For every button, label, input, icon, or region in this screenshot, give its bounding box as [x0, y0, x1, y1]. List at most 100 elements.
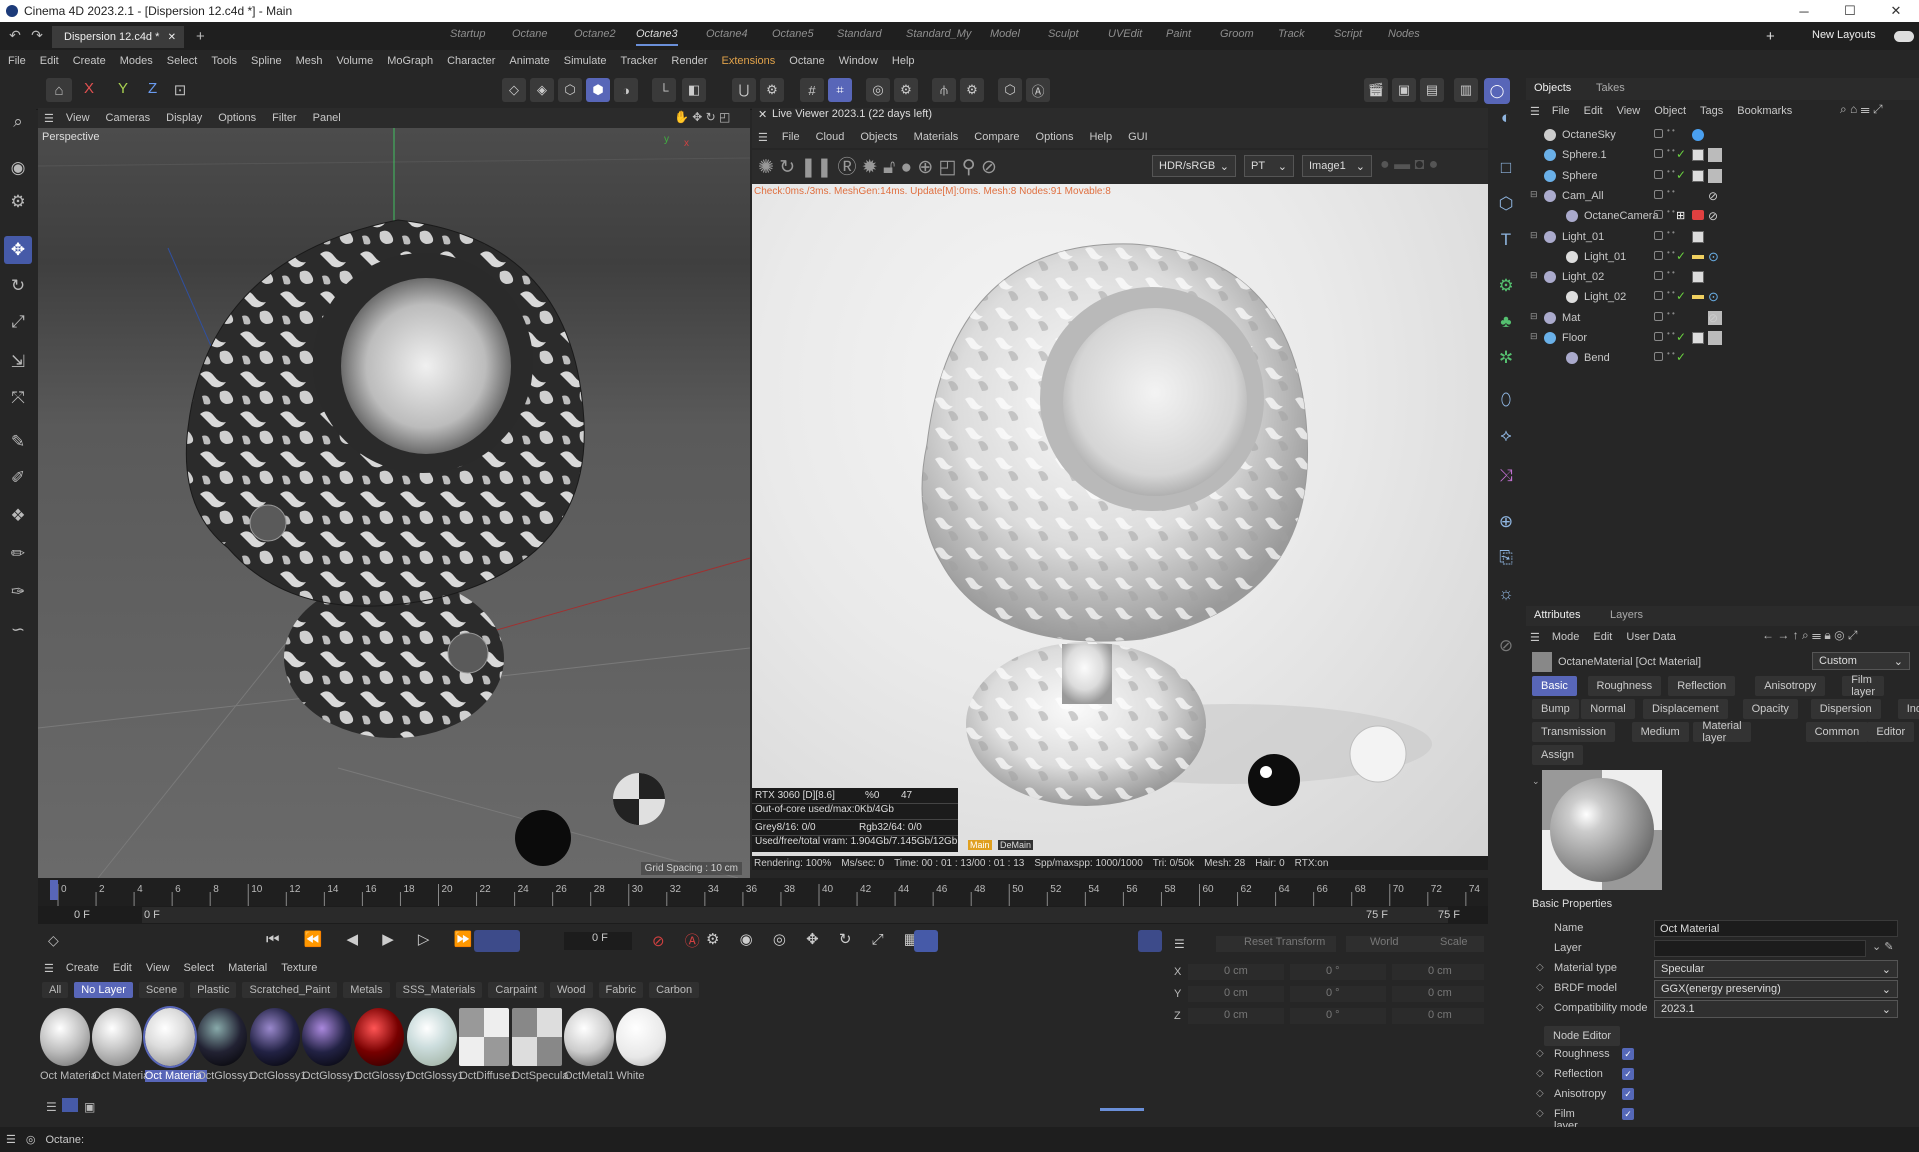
- render-dots[interactable]: • •: [1667, 330, 1675, 338]
- menu-mesh[interactable]: Mesh: [296, 55, 323, 67]
- expand-icon[interactable]: ⊟: [1530, 270, 1538, 281]
- rotation-field[interactable]: 0 °: [1290, 1008, 1386, 1024]
- material-thumbnail[interactable]: [406, 1008, 457, 1066]
- name-field[interactable]: Oct Material: [1654, 920, 1898, 937]
- enabled-check-icon[interactable]: ✓: [1676, 147, 1686, 161]
- mograph-icon[interactable]: ♣: [1492, 308, 1520, 336]
- magnet-icon[interactable]: ⋃: [732, 78, 756, 102]
- menu-window[interactable]: Window: [839, 55, 878, 67]
- reset-transform-button[interactable]: Reset Transform: [1216, 936, 1336, 952]
- material-thumbnail[interactable]: [197, 1008, 248, 1066]
- layout-tab-nodes[interactable]: Nodes: [1388, 28, 1420, 46]
- tag-icon[interactable]: [1692, 149, 1704, 162]
- subtab-index[interactable]: Index: [1897, 699, 1919, 719]
- new-layouts-label[interactable]: New Layouts: [1812, 29, 1876, 41]
- tab-objects[interactable]: Objects: [1534, 82, 1571, 94]
- thumbnail-size-slider[interactable]: [1100, 1108, 1144, 1111]
- mm-menu-create[interactable]: Create: [66, 962, 99, 974]
- subtab-film-layer[interactable]: Film layer: [1842, 674, 1885, 698]
- attr-menu-mode[interactable]: Mode: [1552, 631, 1580, 643]
- viewport-nav-icons[interactable]: ✋ ✥ ↻ ◰: [674, 110, 730, 124]
- om-header-icons[interactable]: ⌕ ⌂ ☰ ⤢: [1840, 102, 1883, 117]
- live-viewer-render[interactable]: Check:0ms./3ms. MeshGen:14ms. Update[M]:…: [752, 184, 1488, 856]
- sky-tag-icon[interactable]: [1692, 129, 1704, 141]
- object-name[interactable]: Mat: [1562, 312, 1580, 324]
- visibility-toggle[interactable]: [1654, 250, 1663, 260]
- subtab-editor[interactable]: Editor: [1867, 722, 1915, 742]
- visibility-toggle[interactable]: [1654, 352, 1663, 362]
- effector-icon[interactable]: ⤨: [1492, 462, 1520, 490]
- enabled-check-icon[interactable]: ✓: [1676, 289, 1686, 303]
- spline-object-icon[interactable]: ⟡: [1492, 422, 1520, 450]
- lv-menu-gui[interactable]: GUI: [1128, 131, 1148, 143]
- menu-file[interactable]: File: [8, 55, 26, 67]
- scale-field[interactable]: 0 cm: [1392, 986, 1484, 1002]
- visibility-toggle[interactable]: [1654, 311, 1663, 321]
- solo-icon[interactable]: ◧: [682, 78, 706, 102]
- close-tab-icon[interactable]: ✕: [168, 32, 176, 43]
- render-dots[interactable]: • •: [1667, 167, 1675, 176]
- menu-modes[interactable]: Modes: [120, 55, 153, 67]
- live-viewer-close-icon[interactable]: ✕: [758, 108, 767, 121]
- render-dots[interactable]: • •: [1667, 208, 1675, 216]
- undo-icon[interactable]: ↶: [4, 24, 26, 46]
- enabled-check-icon[interactable]: ✓: [1676, 330, 1686, 344]
- lv-extra-icons[interactable]: ● ▬ ◘ ●: [1380, 156, 1438, 174]
- viewport-menu-cameras[interactable]: Cameras: [106, 112, 151, 124]
- lv-menu-file[interactable]: File: [782, 131, 800, 143]
- om-menu-file[interactable]: File: [1552, 105, 1570, 117]
- object-name[interactable]: Light_02: [1562, 271, 1604, 283]
- tag-icon[interactable]: [1692, 271, 1704, 284]
- flag-checkbox[interactable]: ✓: [1622, 1048, 1634, 1060]
- visibility-toggle[interactable]: [1654, 129, 1663, 138]
- object-name[interactable]: OctaneCamera: [1584, 210, 1659, 222]
- filter-carpaint[interactable]: Carpaint: [488, 982, 544, 998]
- perspective-viewport[interactable]: x y Perspective Grid Spacing : 10 cm: [38, 128, 750, 878]
- viewport-menu-view[interactable]: View: [66, 112, 90, 124]
- enabled-check-icon[interactable]: ✓: [1676, 249, 1686, 263]
- light-tag-icon[interactable]: [1692, 295, 1704, 300]
- world-select[interactable]: World: [1346, 936, 1436, 952]
- layout-tab-startup[interactable]: Startup: [450, 28, 485, 46]
- material-tag-icon[interactable]: [1708, 148, 1722, 163]
- object-name[interactable]: Sphere: [1562, 170, 1597, 182]
- layout-tab-octane3[interactable]: Octane3: [636, 28, 678, 46]
- mm-menu-texture[interactable]: Texture: [281, 962, 317, 974]
- undo-history-icon[interactable]: ⌂: [46, 78, 72, 102]
- disabled-tag-icon[interactable]: ⊘: [1708, 311, 1718, 325]
- tweak-tool-icon[interactable]: ⚙: [4, 188, 32, 216]
- material-thumbnail[interactable]: [354, 1008, 405, 1066]
- add-tab-icon[interactable]: +: [196, 28, 205, 45]
- subtab-normal[interactable]: Normal: [1581, 699, 1635, 719]
- visibility-toggle[interactable]: [1654, 210, 1663, 220]
- viewport-menu-icon[interactable]: ☰: [44, 112, 54, 125]
- light-object-icon[interactable]: ☼: [1492, 580, 1520, 608]
- workplane-icon[interactable]: ⌗: [828, 78, 852, 102]
- range-slider[interactable]: [142, 907, 1448, 923]
- status-menu-icon[interactable]: ☰: [6, 1133, 16, 1146]
- object-row[interactable]: Light_02 • • ✓ ⊙: [1526, 288, 1919, 308]
- layout-tab-model[interactable]: Model: [990, 28, 1020, 46]
- z-axis-lock[interactable]: Z: [148, 80, 157, 97]
- scale-field[interactable]: 0 cm: [1392, 1008, 1484, 1024]
- edges-mode-icon[interactable]: ◈: [530, 78, 554, 102]
- menu-select[interactable]: Select: [167, 55, 198, 67]
- minimize-button[interactable]: ─: [1781, 0, 1827, 22]
- visibility-toggle[interactable]: [1654, 189, 1663, 199]
- menu-tools[interactable]: Tools: [211, 55, 237, 67]
- subtab-displacement[interactable]: Displacement: [1643, 699, 1728, 719]
- mm-menu-select[interactable]: Select: [184, 962, 215, 974]
- coordinate-system-icon[interactable]: ⊡: [168, 78, 192, 102]
- collapse-icon[interactable]: ⌄: [1532, 776, 1540, 787]
- polygons-mode-icon[interactable]: ⬡: [558, 78, 582, 102]
- attr-menu-user-data[interactable]: User Data: [1626, 631, 1676, 643]
- target-tag-icon[interactable]: ⊙: [1708, 249, 1719, 265]
- layout-tab-script[interactable]: Script: [1334, 28, 1362, 46]
- layout-tab-standard[interactable]: Standard: [837, 28, 882, 46]
- subtab-opacity[interactable]: Opacity: [1742, 699, 1798, 719]
- layout-tab-sculpt[interactable]: Sculpt: [1048, 28, 1079, 46]
- spline-pen-icon[interactable]: ✎: [4, 428, 32, 456]
- preset-select[interactable]: Custom ⌄: [1812, 652, 1910, 670]
- om-menu-bookmarks[interactable]: Bookmarks: [1737, 105, 1792, 117]
- close-window-button[interactable]: ✕: [1873, 0, 1919, 22]
